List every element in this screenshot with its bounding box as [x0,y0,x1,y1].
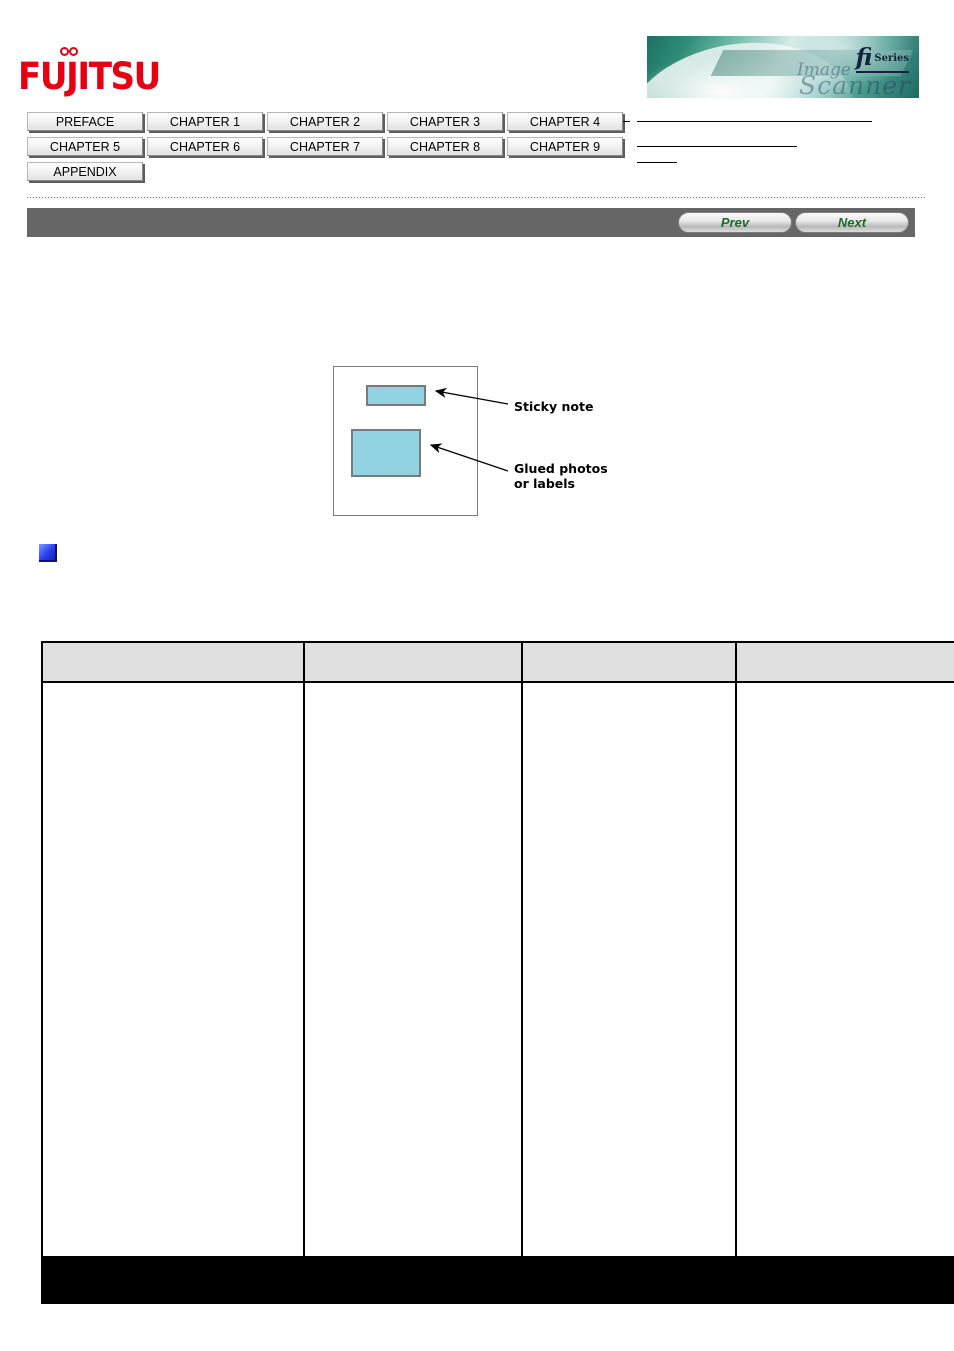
table-header-cell-4 [735,641,954,683]
table-footer-cell-4 [735,1256,954,1304]
table-footer-cell-2 [303,1256,523,1304]
next-button[interactable]: Next [795,212,909,233]
tab-chapter-3[interactable]: CHAPTER 3 [387,112,503,131]
banner-script-scanner: Scanner [799,71,911,98]
fi-series-text: Series [874,53,909,64]
table-header-cell-1 [41,641,305,683]
glued-photo-label-line1: Glued photos [514,461,608,476]
tab-row-1-dash [623,121,630,122]
tab-row-2-rules [623,137,923,163]
tab-row-1-rule [637,121,872,122]
fujitsu-wordmark: FUJITSU [18,55,161,98]
glued-photo-shape [351,429,421,477]
tab-chapter-1[interactable]: CHAPTER 1 [147,112,263,131]
glued-photo-label-line2: or labels [514,476,575,491]
table-cell-3 [521,681,737,1258]
table-footer-cell-1 [41,1256,305,1304]
tab-chapter-6[interactable]: CHAPTER 6 [147,137,263,156]
page-header: FUJITSU Image Scanner fi Series [0,0,954,108]
document-outline-shape [333,366,478,516]
tab-chapter-7[interactable]: CHAPTER 7 [267,137,383,156]
tab-row-3: APPENDIX [27,162,927,183]
blue-square-section-marker-icon [39,544,57,562]
tab-chapter-8[interactable]: CHAPTER 8 [387,137,503,156]
tab-preface[interactable]: PREFACE [27,112,143,131]
table-header-cell-2 [303,641,523,683]
tab-appendix[interactable]: APPENDIX [27,162,143,181]
specification-table [41,641,954,1304]
tab-row-1-rules [623,112,923,133]
chapter-tab-navigation: PREFACE CHAPTER 1 CHAPTER 2 CHAPTER 3 CH… [27,112,927,187]
table-cell-4 [735,681,954,1258]
dotted-divider [27,197,927,198]
tab-chapter-5[interactable]: CHAPTER 5 [27,137,143,156]
fi-mark-underline [855,71,909,73]
fi-series-banner: Image Scanner fi Series [647,36,919,98]
sticky-note-shape [366,385,426,406]
table-body [41,681,954,1304]
table-footer-cell-3 [521,1256,737,1304]
tab-row-2-rule [637,146,797,147]
page-nav-bar: Prev Next [27,208,915,237]
table-cell-2 [303,681,523,1258]
table-row [41,681,954,1258]
tab-chapter-9[interactable]: CHAPTER 9 [507,137,623,156]
tab-chapter-4[interactable]: CHAPTER 4 [507,112,623,131]
prev-button[interactable]: Prev [678,212,792,233]
tab-row-2: CHAPTER 5 CHAPTER 6 CHAPTER 7 CHAPTER 8 … [27,137,927,163]
sticky-note-label: Sticky note [514,399,594,414]
table-header-cell-3 [521,641,737,683]
tab-row-1: PREFACE CHAPTER 1 CHAPTER 2 CHAPTER 3 CH… [27,112,927,133]
glued-photo-label: Glued photos or labels [514,461,608,491]
table-footer-row [41,1256,954,1304]
fujitsu-logo: FUJITSU [18,46,248,102]
tab-chapter-2[interactable]: CHAPTER 2 [267,112,383,131]
table-header-row [41,641,954,683]
table-cell-1 [41,681,305,1258]
fi-series-mark: fi Series [855,44,909,73]
fi-mark-text: fi [855,44,873,71]
document-figure: Sticky note Glued photos or labels [333,366,633,518]
table-header [41,641,954,683]
